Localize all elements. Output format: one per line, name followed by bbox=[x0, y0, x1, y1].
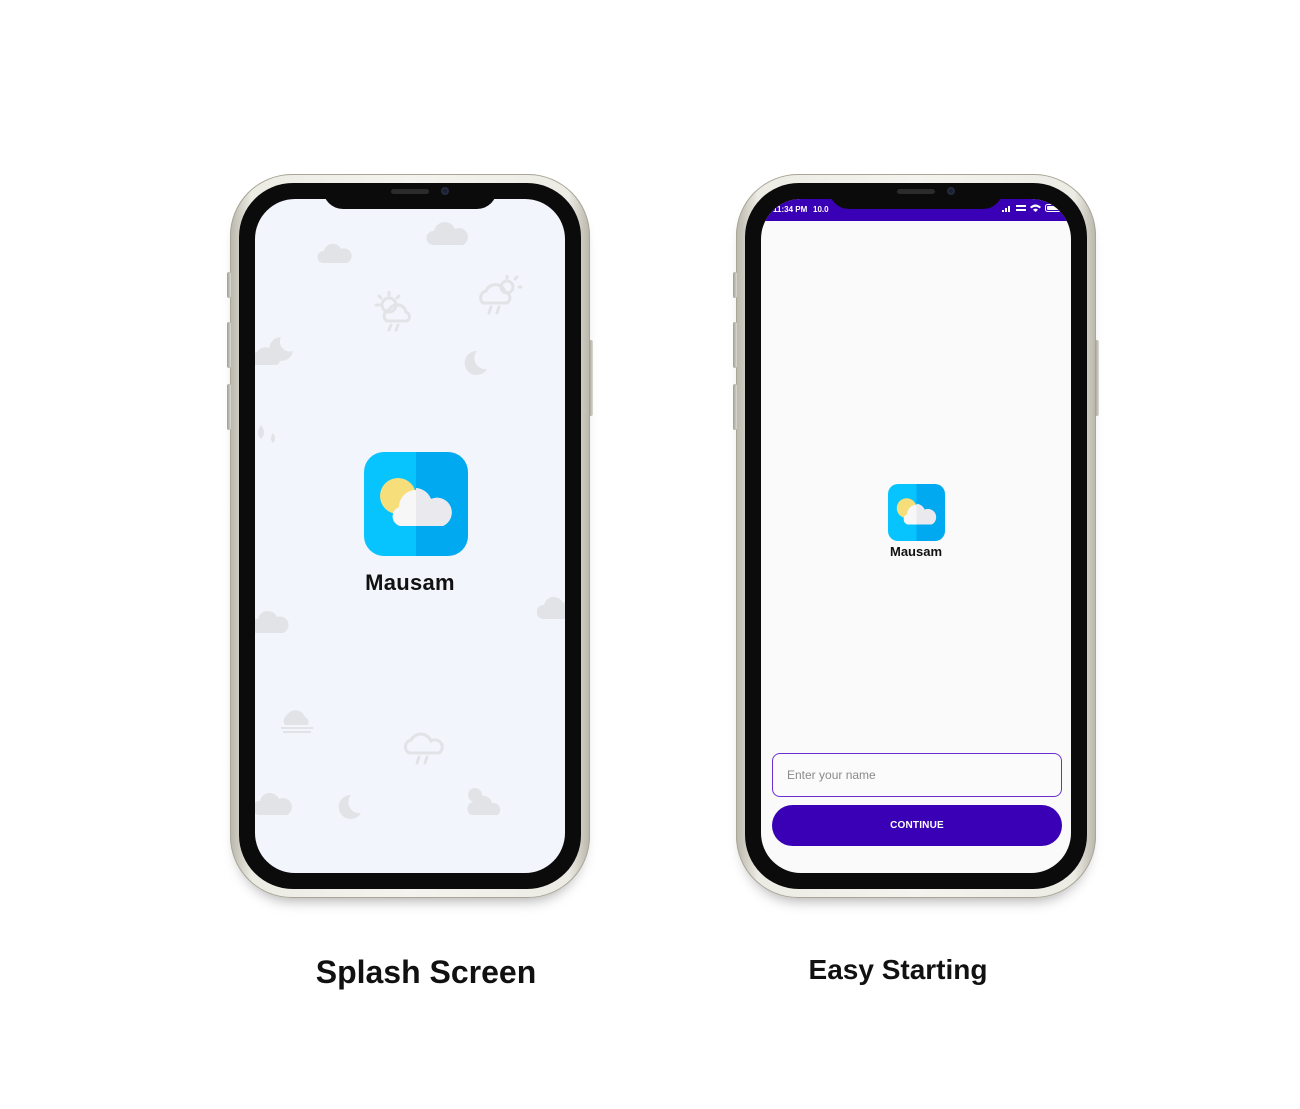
status-network-speed: 10.0 bbox=[813, 205, 829, 214]
battery-icon bbox=[1045, 204, 1063, 212]
cloud-icon bbox=[426, 222, 468, 245]
front-camera bbox=[947, 187, 955, 195]
sun-cloud-icon bbox=[364, 452, 468, 556]
mute-switch bbox=[733, 272, 737, 298]
raindrop-icon bbox=[258, 425, 275, 443]
fog-cloud-icon bbox=[281, 710, 313, 733]
app-logo bbox=[364, 452, 468, 556]
speaker-grille bbox=[897, 189, 935, 194]
splash-app-name: Mausam bbox=[365, 570, 455, 595]
power-button bbox=[589, 340, 593, 416]
moon-cloud-icon bbox=[255, 337, 293, 365]
sun-cloud-icon bbox=[467, 788, 501, 815]
phone-bezel: 11:34 PM 10.0 Mausam Enter your name CON… bbox=[745, 183, 1087, 889]
signal-icon bbox=[1002, 206, 1010, 212]
volte-icon bbox=[1016, 205, 1026, 211]
volume-down-button bbox=[733, 384, 737, 430]
rain-cloud-icon bbox=[403, 732, 444, 765]
cloud-icon bbox=[255, 610, 289, 633]
moon-icon bbox=[338, 794, 361, 819]
volume-up-button bbox=[227, 322, 231, 368]
start-screen: 11:34 PM 10.0 Mausam Enter your name CON… bbox=[761, 199, 1071, 873]
wifi-icon bbox=[1030, 204, 1041, 212]
splash-screen: Mausam bbox=[255, 199, 565, 873]
power-button bbox=[1095, 340, 1099, 416]
phone-notch bbox=[829, 183, 1003, 209]
sun-cloud-icon bbox=[888, 484, 945, 541]
volume-down-button bbox=[227, 384, 231, 430]
name-input[interactable] bbox=[772, 753, 1062, 797]
status-icons bbox=[1002, 204, 1063, 212]
phone-notch bbox=[323, 183, 497, 209]
mute-switch bbox=[227, 272, 231, 298]
splash-caption: Splash Screen bbox=[315, 954, 537, 990]
start-app-name: Mausam bbox=[889, 544, 943, 559]
phone-frame-start: 11:34 PM 10.0 Mausam Enter your name CON… bbox=[733, 174, 1099, 898]
sun-rain-cloud-icon bbox=[479, 275, 523, 315]
mockup-canvas: Mausam 11:34 PM 10.0 Mausam Enter your n… bbox=[0, 0, 1300, 1109]
phone-bezel: Mausam bbox=[239, 183, 581, 889]
sun-rain-cloud-icon bbox=[374, 291, 411, 332]
moon-icon bbox=[464, 350, 487, 375]
status-time: 11:34 PM bbox=[773, 205, 808, 214]
cloud-icon bbox=[537, 596, 565, 619]
app-logo bbox=[888, 484, 945, 541]
cloud-icon bbox=[317, 243, 352, 263]
phone-frame-splash: Mausam bbox=[227, 174, 593, 898]
continue-button[interactable]: CONTINUE bbox=[772, 805, 1062, 846]
front-camera bbox=[441, 187, 449, 195]
cloud-icon bbox=[255, 792, 292, 815]
volume-up-button bbox=[733, 322, 737, 368]
start-caption: Easy Starting bbox=[808, 954, 988, 985]
speaker-grille bbox=[391, 189, 429, 194]
